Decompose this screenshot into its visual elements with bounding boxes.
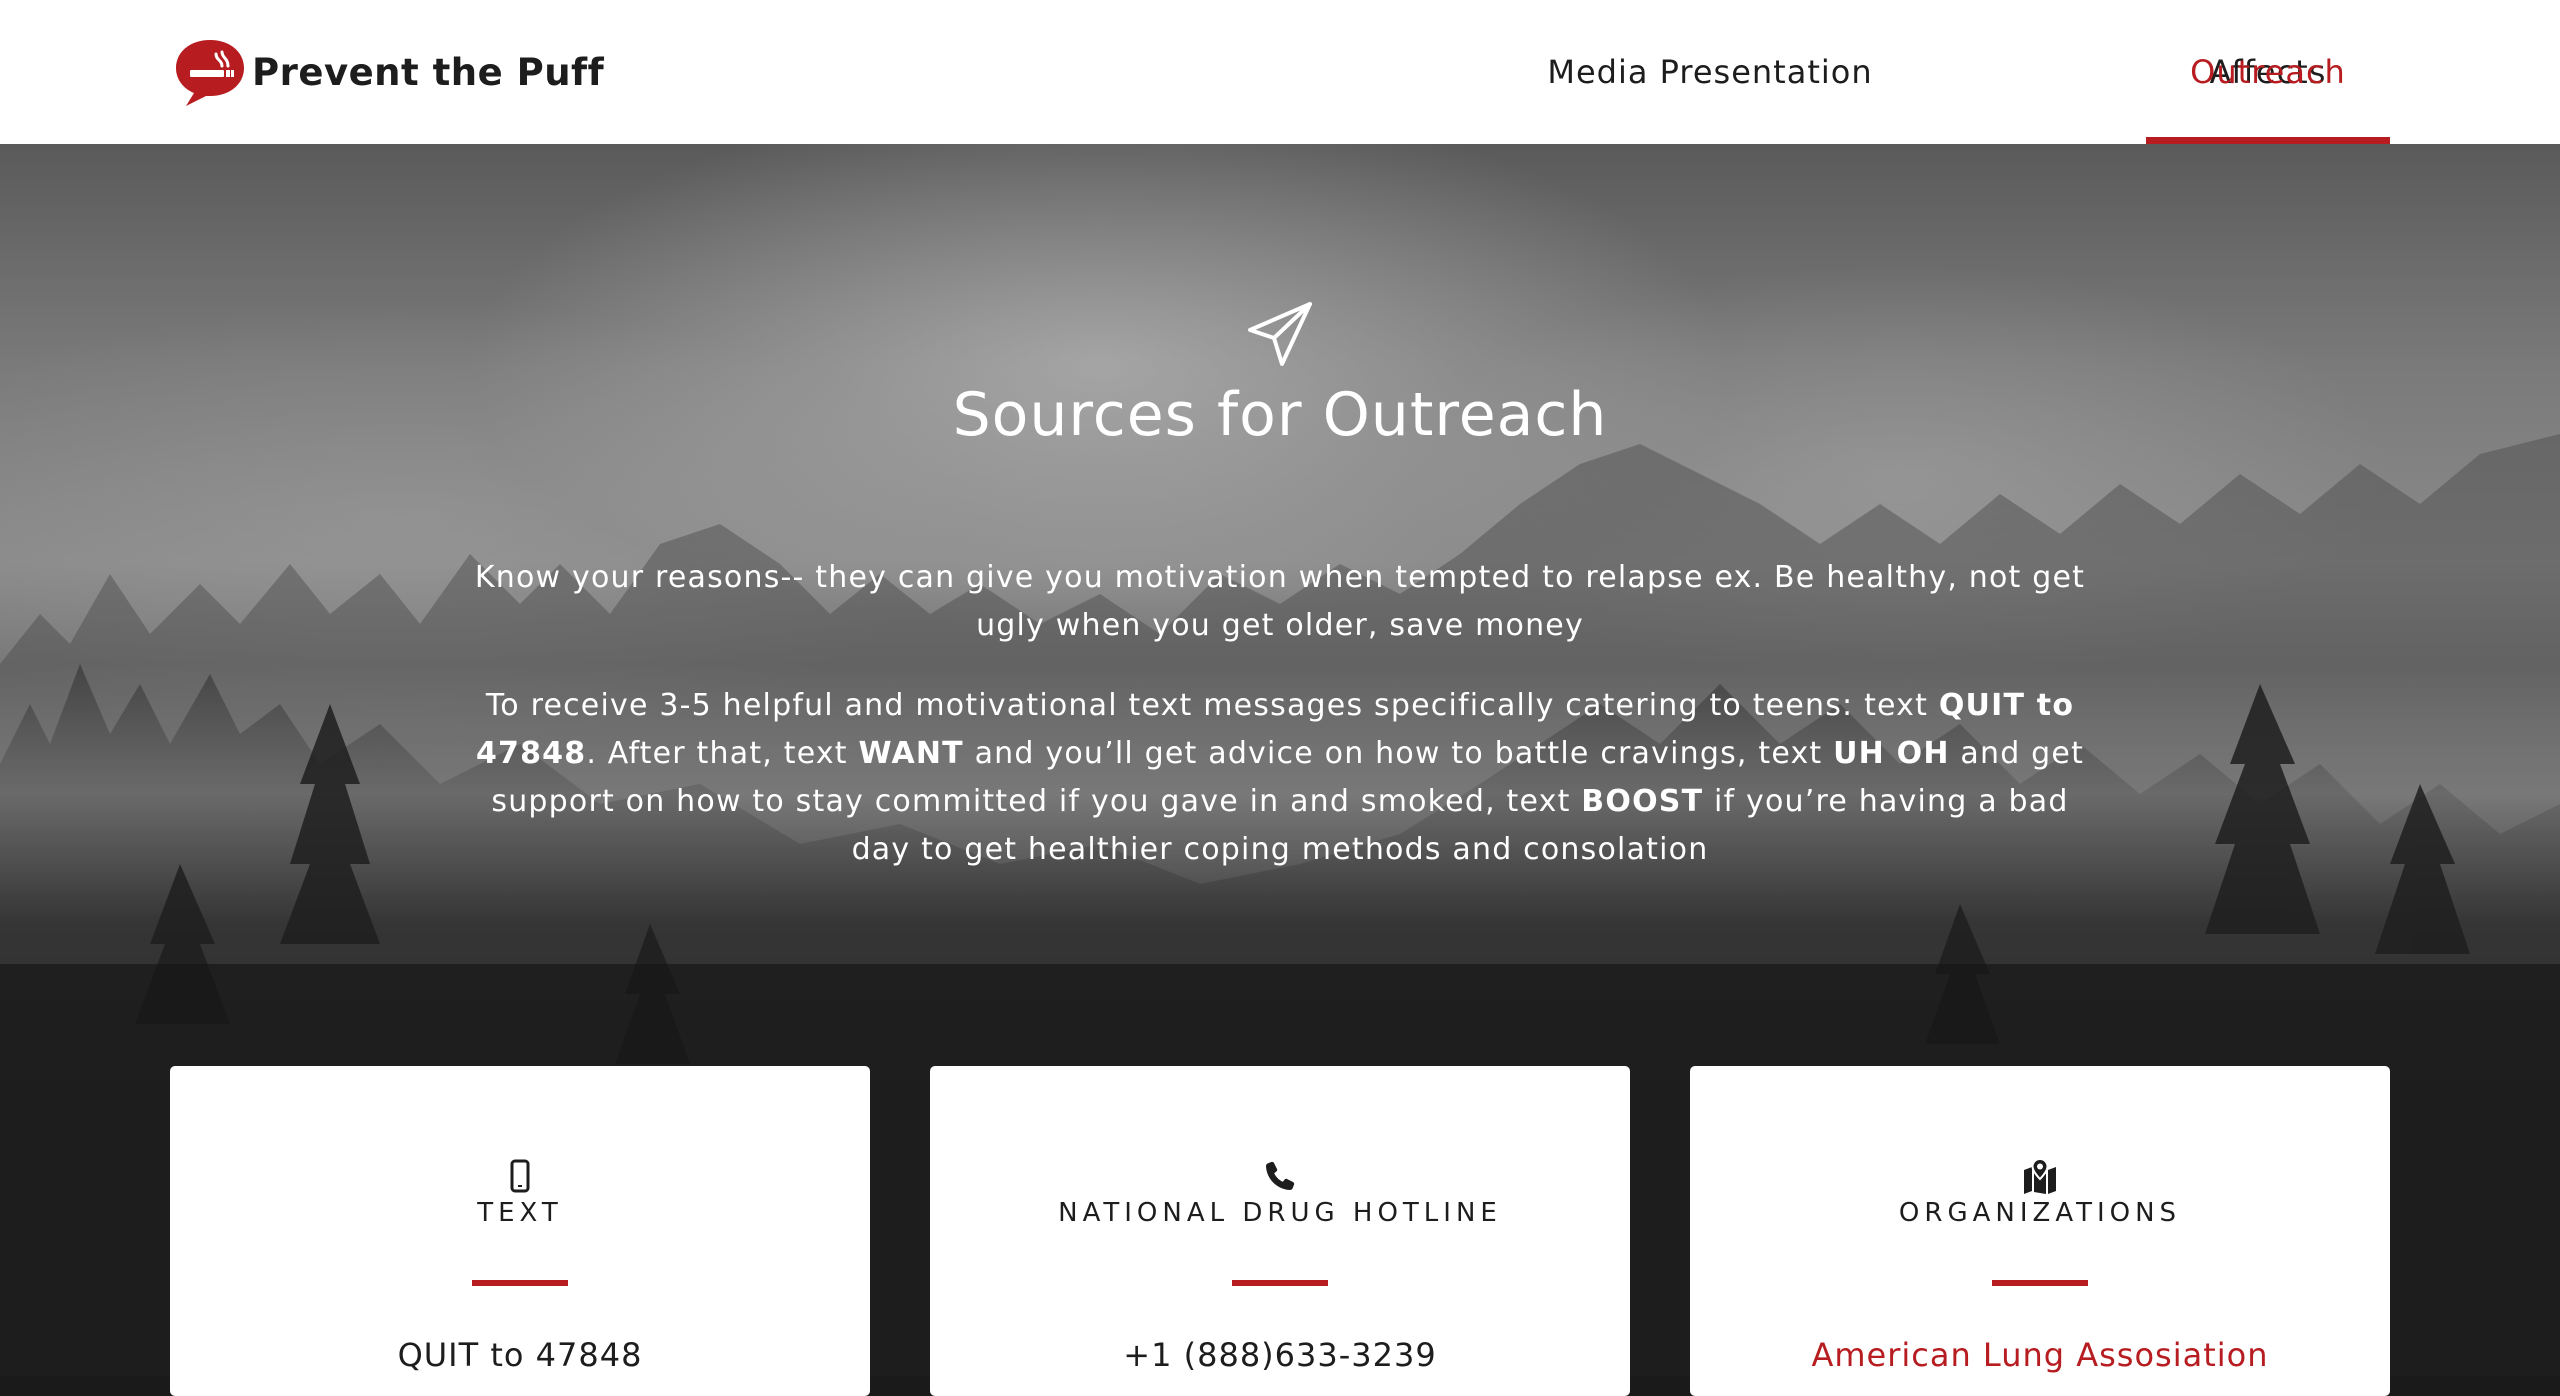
paper-plane-icon — [1248, 302, 1312, 366]
keyword-boost: BOOST — [1581, 784, 1704, 819]
card-title-text: Text — [477, 1198, 563, 1228]
hero-paragraph-reasons: Know your reasons-- they can give you mo… — [474, 560, 2086, 643]
link-american-lung-association[interactable]: American Lung Assosiation — [1690, 1336, 2390, 1374]
mobile-phone-icon — [510, 1159, 530, 1193]
brand-name: Prevent the Puff — [252, 50, 605, 94]
card-title-organizations: Organizations — [1898, 1198, 2182, 1228]
keyword-want: WANT — [858, 736, 964, 771]
no-smoking-speech-bubble-icon — [176, 40, 244, 106]
keyword-uh-oh: UH OH — [1833, 736, 1950, 771]
nav-outreach[interactable]: Outreach — [2146, 0, 2390, 144]
map-marker-icon — [2024, 1158, 2056, 1194]
card-body-hotline: +1 (888)633-3239 — [1123, 1336, 1437, 1374]
card-organizations: Organizations American Lung Assosiation — [1690, 1066, 2390, 1396]
card-text: Text QUIT to 47848 — [170, 1066, 870, 1396]
page-title: Sources for Outreach — [952, 380, 1608, 450]
card-divider — [1992, 1280, 2088, 1286]
card-divider — [472, 1280, 568, 1286]
card-title-hotline: National Drug Hotline — [1058, 1198, 1502, 1228]
nav-media-presentation[interactable]: Media Presentation — [1540, 0, 1880, 144]
phone-icon — [1266, 1161, 1295, 1190]
card-hotline: National Drug Hotline +1 (888)633-3239 — [930, 1066, 1630, 1396]
card-divider — [1232, 1280, 1328, 1286]
navbar: Prevent the Puff Media Presentation Affe… — [0, 0, 2560, 144]
hero-paragraph-text-program: To receive 3-5 helpful and motivational … — [475, 688, 2085, 867]
card-body-text: QUIT to 47848 — [397, 1336, 643, 1374]
brand-link[interactable]: Prevent the Puff — [172, 36, 604, 108]
